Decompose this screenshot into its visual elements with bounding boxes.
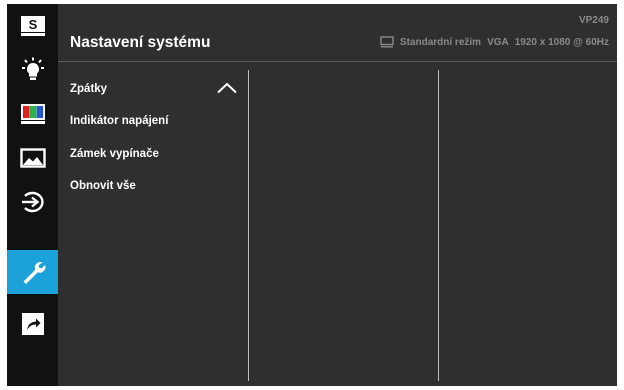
chevron-up-icon[interactable] xyxy=(216,82,238,94)
menu-item-power-indicator[interactable]: Indikátor napájení xyxy=(70,115,168,127)
sidebar-item-blue-light[interactable] xyxy=(7,48,58,92)
splendid-icon: S xyxy=(20,16,45,36)
color-icon xyxy=(20,104,45,124)
column-divider xyxy=(438,70,439,381)
monitor-icon xyxy=(380,36,394,48)
osd-menu: S Nastavení systému VP249 Standardní rež… xyxy=(7,4,617,386)
sidebar-item-color[interactable] xyxy=(7,92,58,136)
input-select-icon xyxy=(21,191,44,213)
sidebar-item-input-select[interactable] xyxy=(7,180,58,224)
sidebar-item-system-setup[interactable] xyxy=(7,250,58,294)
menu-item-reset-all[interactable]: Obnovit vše xyxy=(70,180,136,192)
wrench-icon xyxy=(23,262,45,284)
sidebar-item-shortcut[interactable] xyxy=(7,302,58,346)
image-icon xyxy=(19,148,46,168)
menu-item-back[interactable]: Zpátky xyxy=(70,83,107,95)
shortcut-icon xyxy=(21,313,44,335)
page-title: Nastavení systému xyxy=(70,34,211,51)
blue-light-icon xyxy=(21,57,44,80)
system-setup-menu: Zpátky Indikátor napájení Zámek vypínače… xyxy=(58,70,248,380)
splendid-label: S xyxy=(28,17,37,32)
column-divider xyxy=(248,70,249,381)
header: Nastavení systému VP249 Standardní režim… xyxy=(58,4,617,62)
sidebar: S xyxy=(7,4,58,386)
model-name: VP249 xyxy=(578,15,609,26)
status-resolution: 1920 x 1080 @ 60Hz xyxy=(514,36,609,48)
sidebar-item-splendid[interactable]: S xyxy=(7,4,58,48)
sidebar-item-image[interactable] xyxy=(7,136,58,180)
status-bar: Standardní režim VGA 1920 x 1080 @ 60Hz xyxy=(380,36,609,48)
menu-item-power-key-lock[interactable]: Zámek vypínače xyxy=(70,148,159,160)
status-mode: Standardní režim xyxy=(399,36,482,48)
status-input: VGA xyxy=(487,36,509,48)
